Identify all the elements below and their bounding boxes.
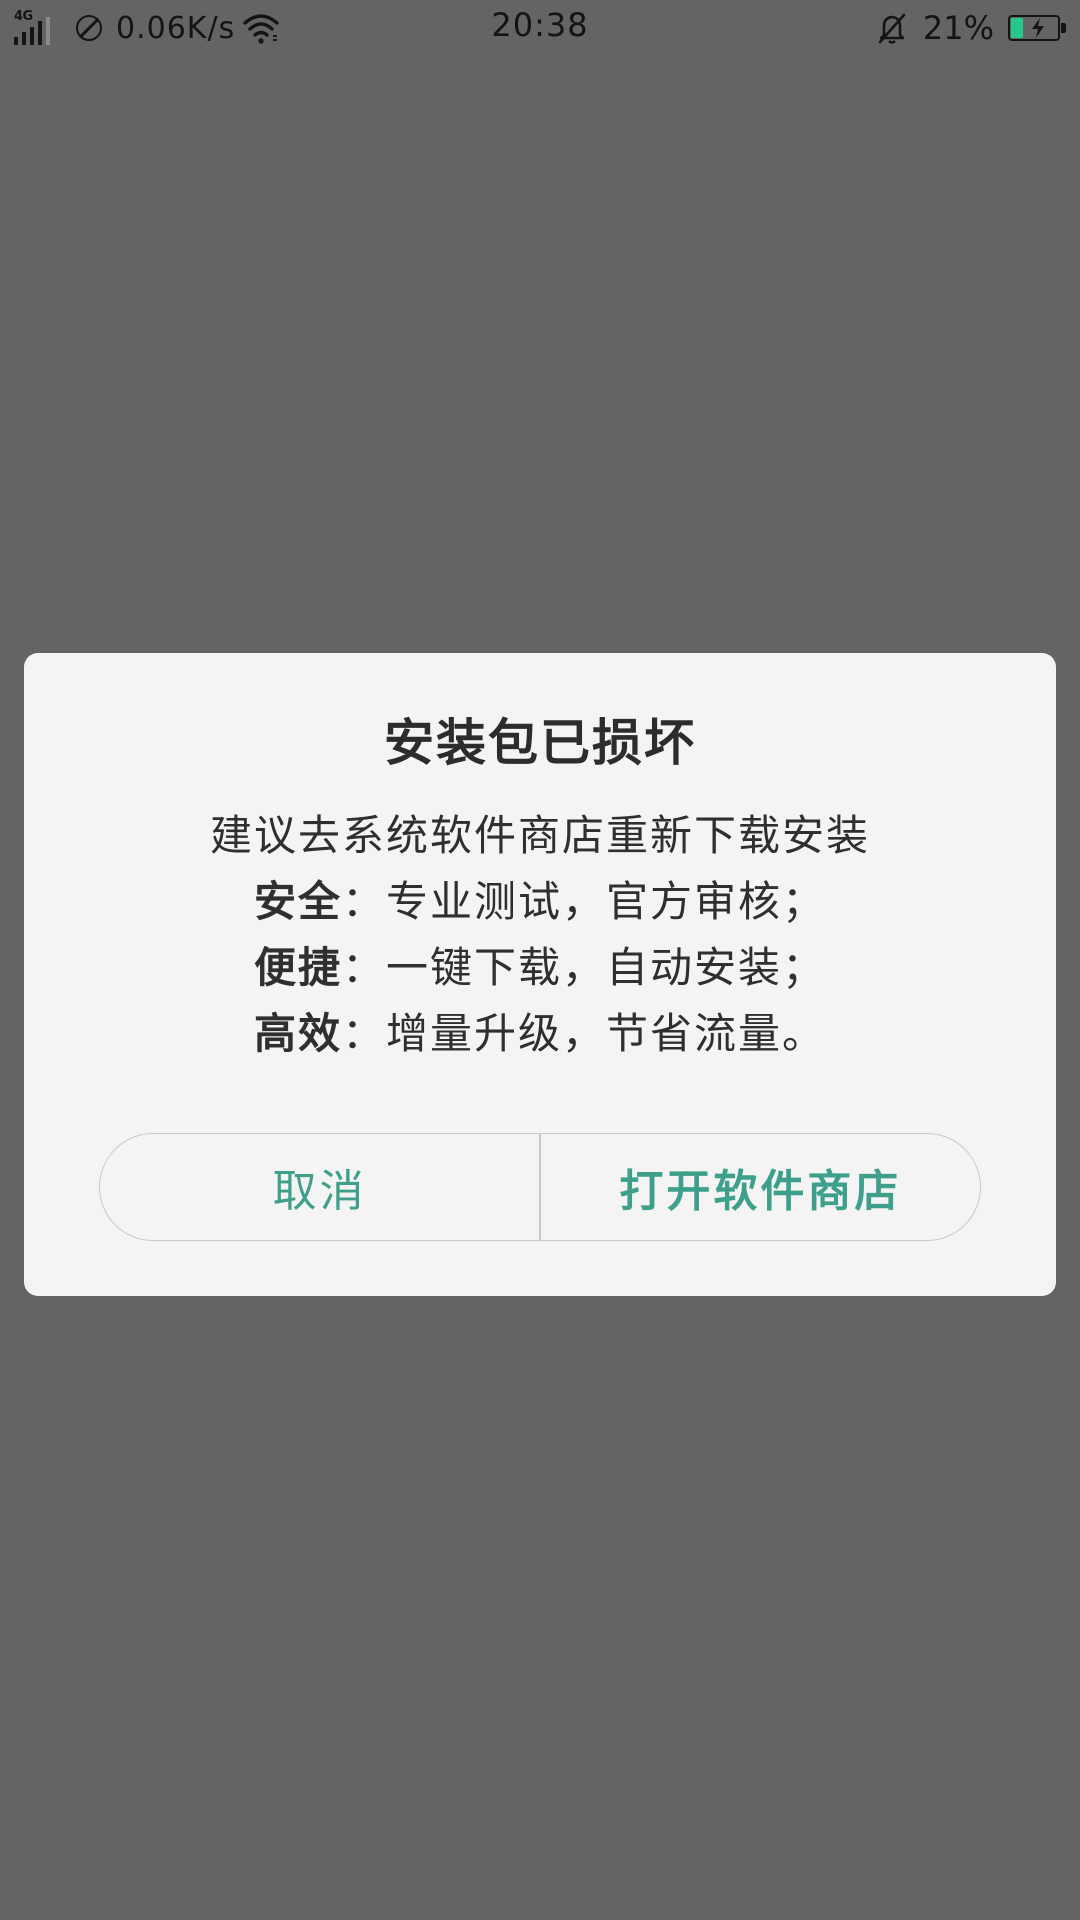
feature-line-safety: 安全：专业测试，官方审核； bbox=[24, 869, 1056, 935]
feature-line-convenience: 便捷：一键下载，自动安装； bbox=[24, 935, 1056, 1001]
corrupted-package-dialog: 安装包已损坏 建议去系统软件商店重新下载安装 安全：专业测试，官方审核； 便捷：… bbox=[24, 653, 1056, 1296]
cancel-button[interactable]: 取消 bbox=[100, 1134, 539, 1240]
dialog-title: 安装包已损坏 bbox=[384, 714, 696, 772]
feature-separator: ： bbox=[341, 1009, 386, 1058]
charging-bolt-icon bbox=[1032, 18, 1044, 38]
feature-text: 专业测试，官方审核； bbox=[386, 877, 827, 926]
feature-key: 便捷 bbox=[253, 943, 342, 992]
feature-line-efficiency: 高效：增量升级，节省流量。 bbox=[24, 1001, 1056, 1067]
feature-separator: ： bbox=[341, 877, 386, 926]
feature-key: 高效 bbox=[253, 1009, 342, 1058]
battery-percent: 21% bbox=[922, 9, 994, 47]
feature-text: 一键下载，自动安装； bbox=[386, 943, 827, 992]
feature-text: 增量升级，节省流量。 bbox=[386, 1009, 827, 1058]
dialog-button-group: 取消 打开软件商店 bbox=[99, 1133, 981, 1241]
feature-key: 安全 bbox=[253, 877, 342, 926]
silent-bell-icon bbox=[878, 13, 906, 44]
dialog-subtitle: 建议去系统软件商店重新下载安装 bbox=[209, 811, 870, 860]
open-app-store-button[interactable]: 打开软件商店 bbox=[541, 1134, 980, 1240]
feature-separator: ： bbox=[341, 943, 386, 992]
dialog-message: 建议去系统软件商店重新下载安装 安全：专业测试，官方审核； 便捷：一键下载，自动… bbox=[24, 803, 1056, 1067]
battery-icon bbox=[1008, 15, 1066, 41]
status-bar: 4G 0.06K/s 20:38 21% bbox=[0, 0, 1080, 56]
